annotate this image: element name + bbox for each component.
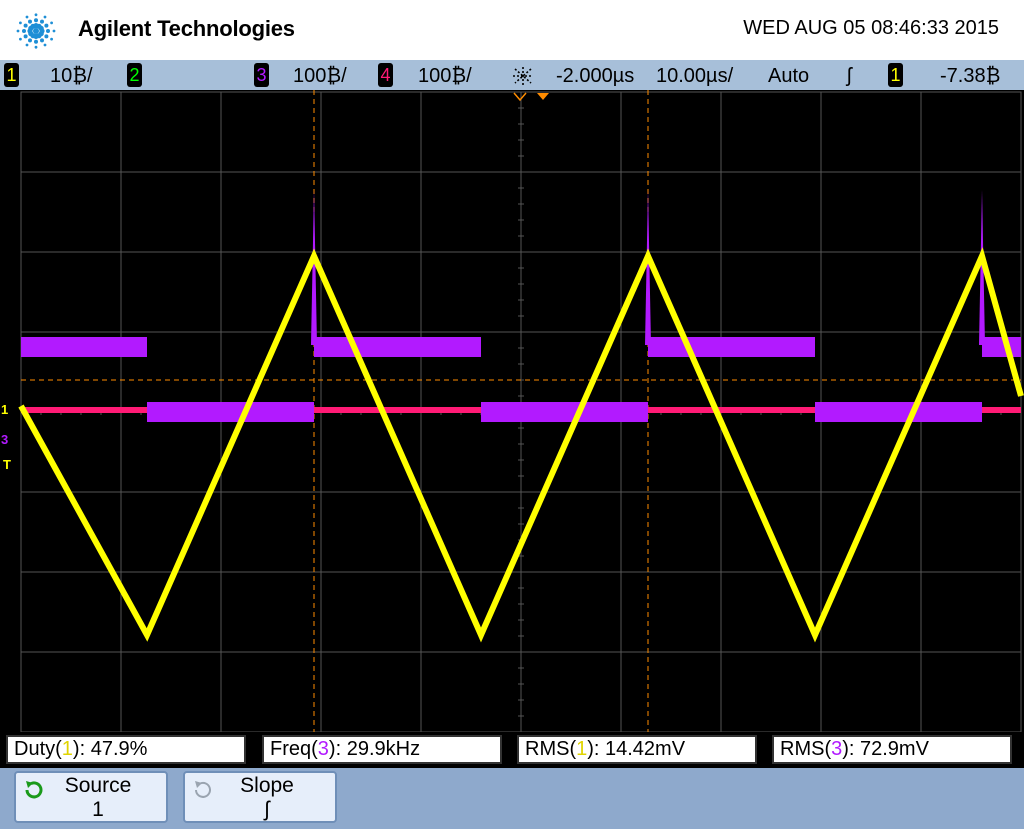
date-time: WED AUG 05 08:46:33 2015 — [743, 17, 999, 39]
measurement-channel: 1 — [576, 738, 588, 760]
measurement-value: ): 72.9mV — [842, 738, 929, 760]
channel-3-ground-marker[interactable]: 3 — [1, 432, 8, 447]
measurement-value: ): 29.9kHz — [328, 738, 421, 760]
trigger-mode[interactable]: Auto — [768, 64, 809, 88]
channel-1-button[interactable]: 1 — [4, 63, 19, 87]
trigger-source-badge[interactable]: 1 — [888, 63, 903, 87]
timebase-scale[interactable]: 10.00µs/ — [656, 64, 733, 88]
delay-position-marker — [513, 92, 527, 102]
measurement-rms-ch3[interactable]: RMS(3): 72.9mV — [772, 735, 1012, 764]
measurement-channel: 3 — [831, 738, 843, 760]
channel-4-scale[interactable]: 100₿/ — [418, 64, 472, 88]
brand-name: Agilent Technologies — [78, 16, 295, 41]
header-bar: Agilent Technologies WED AUG 05 08:46:33… — [0, 0, 1024, 60]
measurement-channel: 1 — [61, 738, 73, 760]
trigger-slope-icon: ʃ — [847, 65, 852, 87]
channel-1-scale[interactable]: 10₿/ — [50, 64, 93, 88]
measurement-value: ): 14.42mV — [587, 738, 686, 760]
slope-softkey-value: ʃ — [264, 798, 270, 821]
slope-softkey[interactable]: Slope ʃ — [183, 771, 337, 823]
measurement-label: Duty( — [14, 738, 62, 760]
channel-1-ground-marker[interactable]: 1 — [1, 402, 8, 417]
channel-2-button[interactable]: 2 — [127, 63, 142, 87]
horizontal-delay[interactable]: -2.000µs — [556, 64, 634, 88]
source-softkey-label: Source — [64, 774, 132, 797]
slope-softkey-label: Slope — [240, 774, 294, 797]
channel-3-scale[interactable]: 100₿/ — [293, 64, 347, 88]
channel-4-button[interactable]: 4 — [378, 63, 393, 87]
agilent-spark-logo-icon — [16, 13, 56, 49]
trigger-level-marker[interactable]: T — [3, 457, 11, 472]
trigger-level[interactable]: -7.38₿ — [940, 64, 1000, 88]
measurement-rms-ch1[interactable]: RMS(1): 14.42mV — [517, 735, 757, 764]
waveform-area — [18, 90, 1024, 732]
source-softkey-value: 1 — [92, 798, 104, 821]
measurement-frequency[interactable]: Freq(3): 29.9kHz — [262, 735, 502, 764]
measurement-value: ): 47.9% — [72, 738, 148, 760]
trigger-position-marker — [537, 93, 549, 100]
source-softkey[interactable]: Source 1 — [14, 771, 168, 823]
measurement-label: RMS( — [780, 738, 832, 760]
horizontal-delay-icon — [513, 67, 533, 85]
measurement-channel: 3 — [317, 738, 329, 760]
measurement-label: Freq( — [270, 738, 318, 760]
measurement-label: RMS( — [525, 738, 577, 760]
channel-3-button[interactable]: 3 — [254, 63, 269, 87]
measurement-duty[interactable]: Duty(1): 47.9% — [6, 735, 246, 764]
